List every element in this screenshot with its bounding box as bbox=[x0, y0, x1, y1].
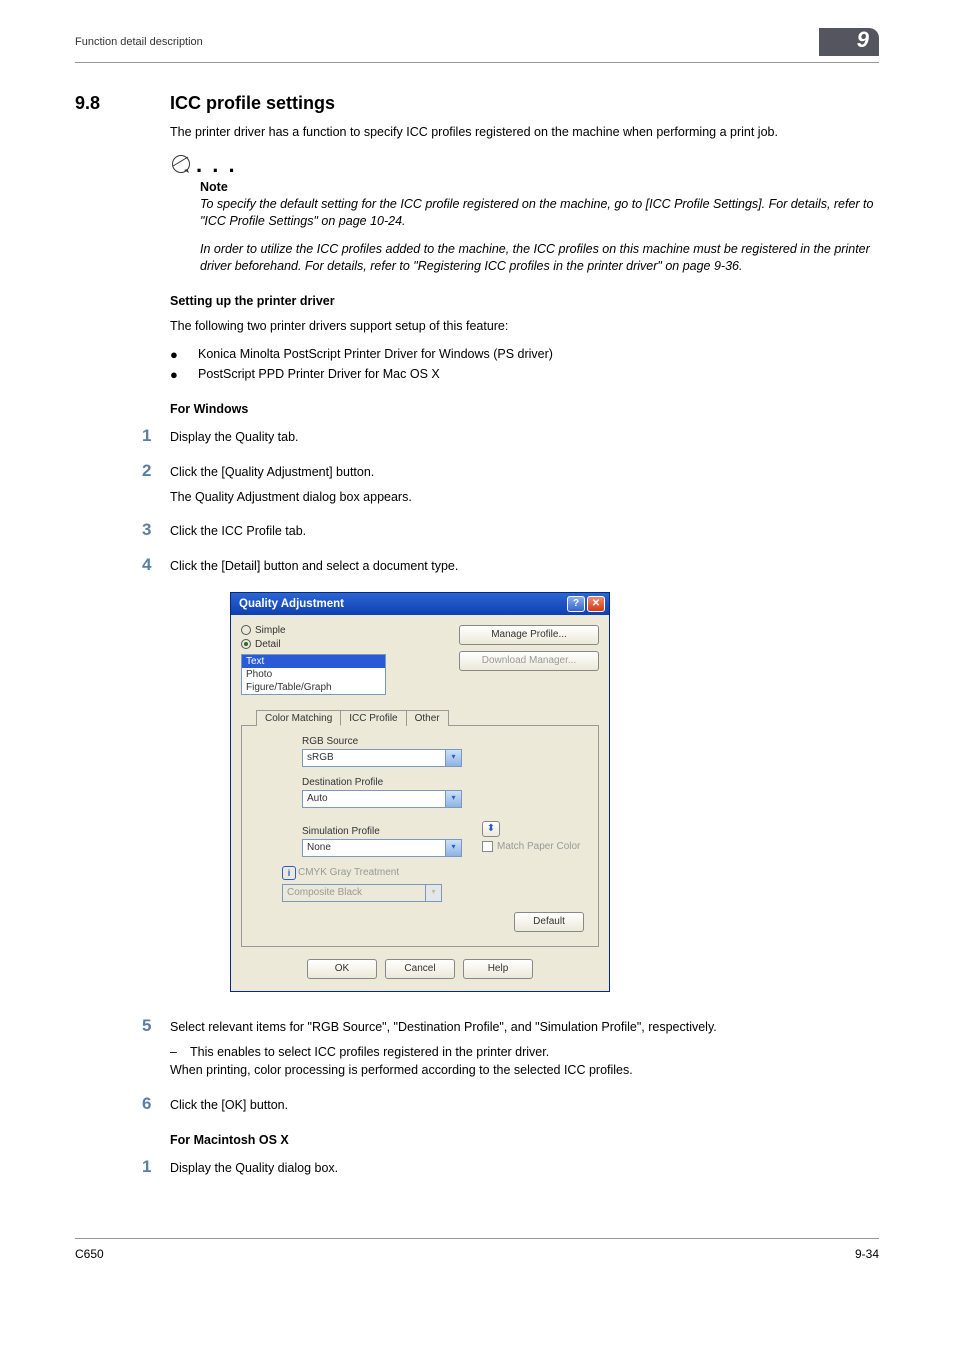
step-text: Select relevant items for "RGB Source", … bbox=[170, 1018, 879, 1037]
bullet-text: PostScript PPD Printer Driver for Mac OS… bbox=[198, 365, 440, 385]
step-text: Display the Quality dialog box. bbox=[170, 1159, 879, 1178]
rgb-source-combo[interactable]: sRGB ▾ bbox=[302, 749, 462, 767]
default-button[interactable]: Default bbox=[514, 912, 584, 932]
step-number: 2 bbox=[142, 461, 170, 481]
titlebar-help-button[interactable]: ? bbox=[567, 596, 585, 612]
step-number: 5 bbox=[142, 1016, 170, 1036]
radio-detail[interactable]: Detail bbox=[241, 639, 386, 650]
chevron-down-icon: ▾ bbox=[425, 885, 441, 901]
destination-profile-value: Auto bbox=[307, 793, 328, 804]
section-number: 9.8 bbox=[75, 93, 170, 114]
simulation-profile-combo[interactable]: None ▾ bbox=[302, 839, 462, 857]
bullet-text: Konica Minolta PostScript Printer Driver… bbox=[198, 345, 553, 365]
download-manager-button[interactable]: Download Manager... bbox=[459, 651, 599, 671]
running-head: Function detail description bbox=[75, 28, 203, 48]
bullet-item: ● PostScript PPD Printer Driver for Mac … bbox=[170, 365, 879, 385]
cmyk-gray-value: Composite Black bbox=[287, 887, 362, 898]
subhead-mac: For Macintosh OS X bbox=[170, 1133, 879, 1147]
footer-page: 9-34 bbox=[855, 1247, 879, 1261]
step-number: 6 bbox=[142, 1094, 170, 1114]
simulation-profile-value: None bbox=[307, 842, 331, 853]
step-text: Click the [Detail] button and select a d… bbox=[170, 557, 879, 576]
rgb-source-label: RGB Source bbox=[302, 736, 584, 747]
bullet-item: ● Konica Minolta PostScript Printer Driv… bbox=[170, 345, 879, 365]
step-subtext: When printing, color processing is perfo… bbox=[170, 1061, 879, 1080]
step-number: 1 bbox=[142, 1157, 170, 1177]
radio-detail-label: Detail bbox=[255, 639, 281, 650]
help-button[interactable]: Help bbox=[463, 959, 533, 979]
section-title: ICC profile settings bbox=[170, 93, 335, 114]
note-label: Note bbox=[200, 180, 879, 194]
manage-profile-button[interactable]: Manage Profile... bbox=[459, 625, 599, 645]
cmyk-gray-label: CMYK Gray Treatment bbox=[298, 867, 399, 878]
step-number: 3 bbox=[142, 520, 170, 540]
list-item[interactable]: Photo bbox=[242, 668, 385, 681]
match-paper-color-label: Match Paper Color bbox=[497, 841, 580, 852]
list-item[interactable]: Figure/Table/Graph bbox=[242, 681, 385, 694]
note-paragraph-2: In order to utilize the ICC profiles add… bbox=[200, 241, 879, 276]
titlebar-close-button[interactable]: ✕ bbox=[587, 596, 605, 612]
footer-model: C650 bbox=[75, 1247, 104, 1261]
list-item[interactable]: Text bbox=[242, 655, 385, 668]
chevron-down-icon: ▾ bbox=[445, 750, 461, 766]
chapter-badge: 9 bbox=[819, 28, 879, 56]
subhead-setup: Setting up the printer driver bbox=[170, 294, 879, 308]
info-icon[interactable]: i bbox=[282, 866, 296, 880]
simulation-profile-label: Simulation Profile bbox=[302, 826, 380, 837]
note-ellipsis: . . . bbox=[196, 152, 237, 177]
tab-other[interactable]: Other bbox=[406, 710, 449, 726]
doctype-listbox[interactable]: Text Photo Figure/Table/Graph bbox=[241, 654, 386, 695]
radio-simple[interactable]: Simple bbox=[241, 625, 386, 636]
subhead-windows: For Windows bbox=[170, 402, 879, 416]
simulation-config-button[interactable]: ⬍ bbox=[482, 821, 500, 837]
step-dash-text: This enables to select ICC profiles regi… bbox=[190, 1043, 549, 1062]
step-text: Display the Quality tab. bbox=[170, 428, 879, 447]
note-block: . . . Note To specify the default settin… bbox=[170, 152, 879, 276]
step-number: 4 bbox=[142, 555, 170, 575]
ok-button[interactable]: OK bbox=[307, 959, 377, 979]
step-text: Click the ICC Profile tab. bbox=[170, 522, 879, 541]
destination-profile-label: Destination Profile bbox=[302, 777, 584, 788]
quality-adjustment-dialog: Quality Adjustment ? ✕ Simple Detail bbox=[230, 592, 610, 992]
cancel-button[interactable]: Cancel bbox=[385, 959, 455, 979]
bullet-dot-icon: ● bbox=[170, 365, 198, 385]
header-divider bbox=[75, 62, 879, 63]
bullet-dot-icon: ● bbox=[170, 345, 198, 365]
setup-intro: The following two printer drivers suppor… bbox=[170, 318, 879, 336]
step-number: 1 bbox=[142, 426, 170, 446]
step-text: Click the [OK] button. bbox=[170, 1096, 879, 1115]
note-paragraph-1: To specify the default setting for the I… bbox=[200, 196, 879, 231]
cmyk-gray-combo: Composite Black ▾ bbox=[282, 884, 442, 902]
dialog-title: Quality Adjustment bbox=[239, 598, 344, 610]
tab-color-matching[interactable]: Color Matching bbox=[256, 710, 341, 726]
step-subtext: The Quality Adjustment dialog box appear… bbox=[170, 488, 879, 507]
note-icon bbox=[170, 153, 192, 178]
match-paper-color-checkbox[interactable]: Match Paper Color bbox=[482, 841, 580, 852]
rgb-source-value: sRGB bbox=[307, 752, 334, 763]
chevron-down-icon: ▾ bbox=[445, 840, 461, 856]
dash-icon: – bbox=[170, 1043, 190, 1062]
step-text: Click the [Quality Adjustment] button. bbox=[170, 463, 879, 482]
destination-profile-combo[interactable]: Auto ▾ bbox=[302, 790, 462, 808]
radio-simple-label: Simple bbox=[255, 625, 286, 636]
tab-icc-profile[interactable]: ICC Profile bbox=[340, 710, 406, 726]
chevron-down-icon: ▾ bbox=[445, 791, 461, 807]
intro-paragraph: The printer driver has a function to spe… bbox=[170, 124, 879, 142]
